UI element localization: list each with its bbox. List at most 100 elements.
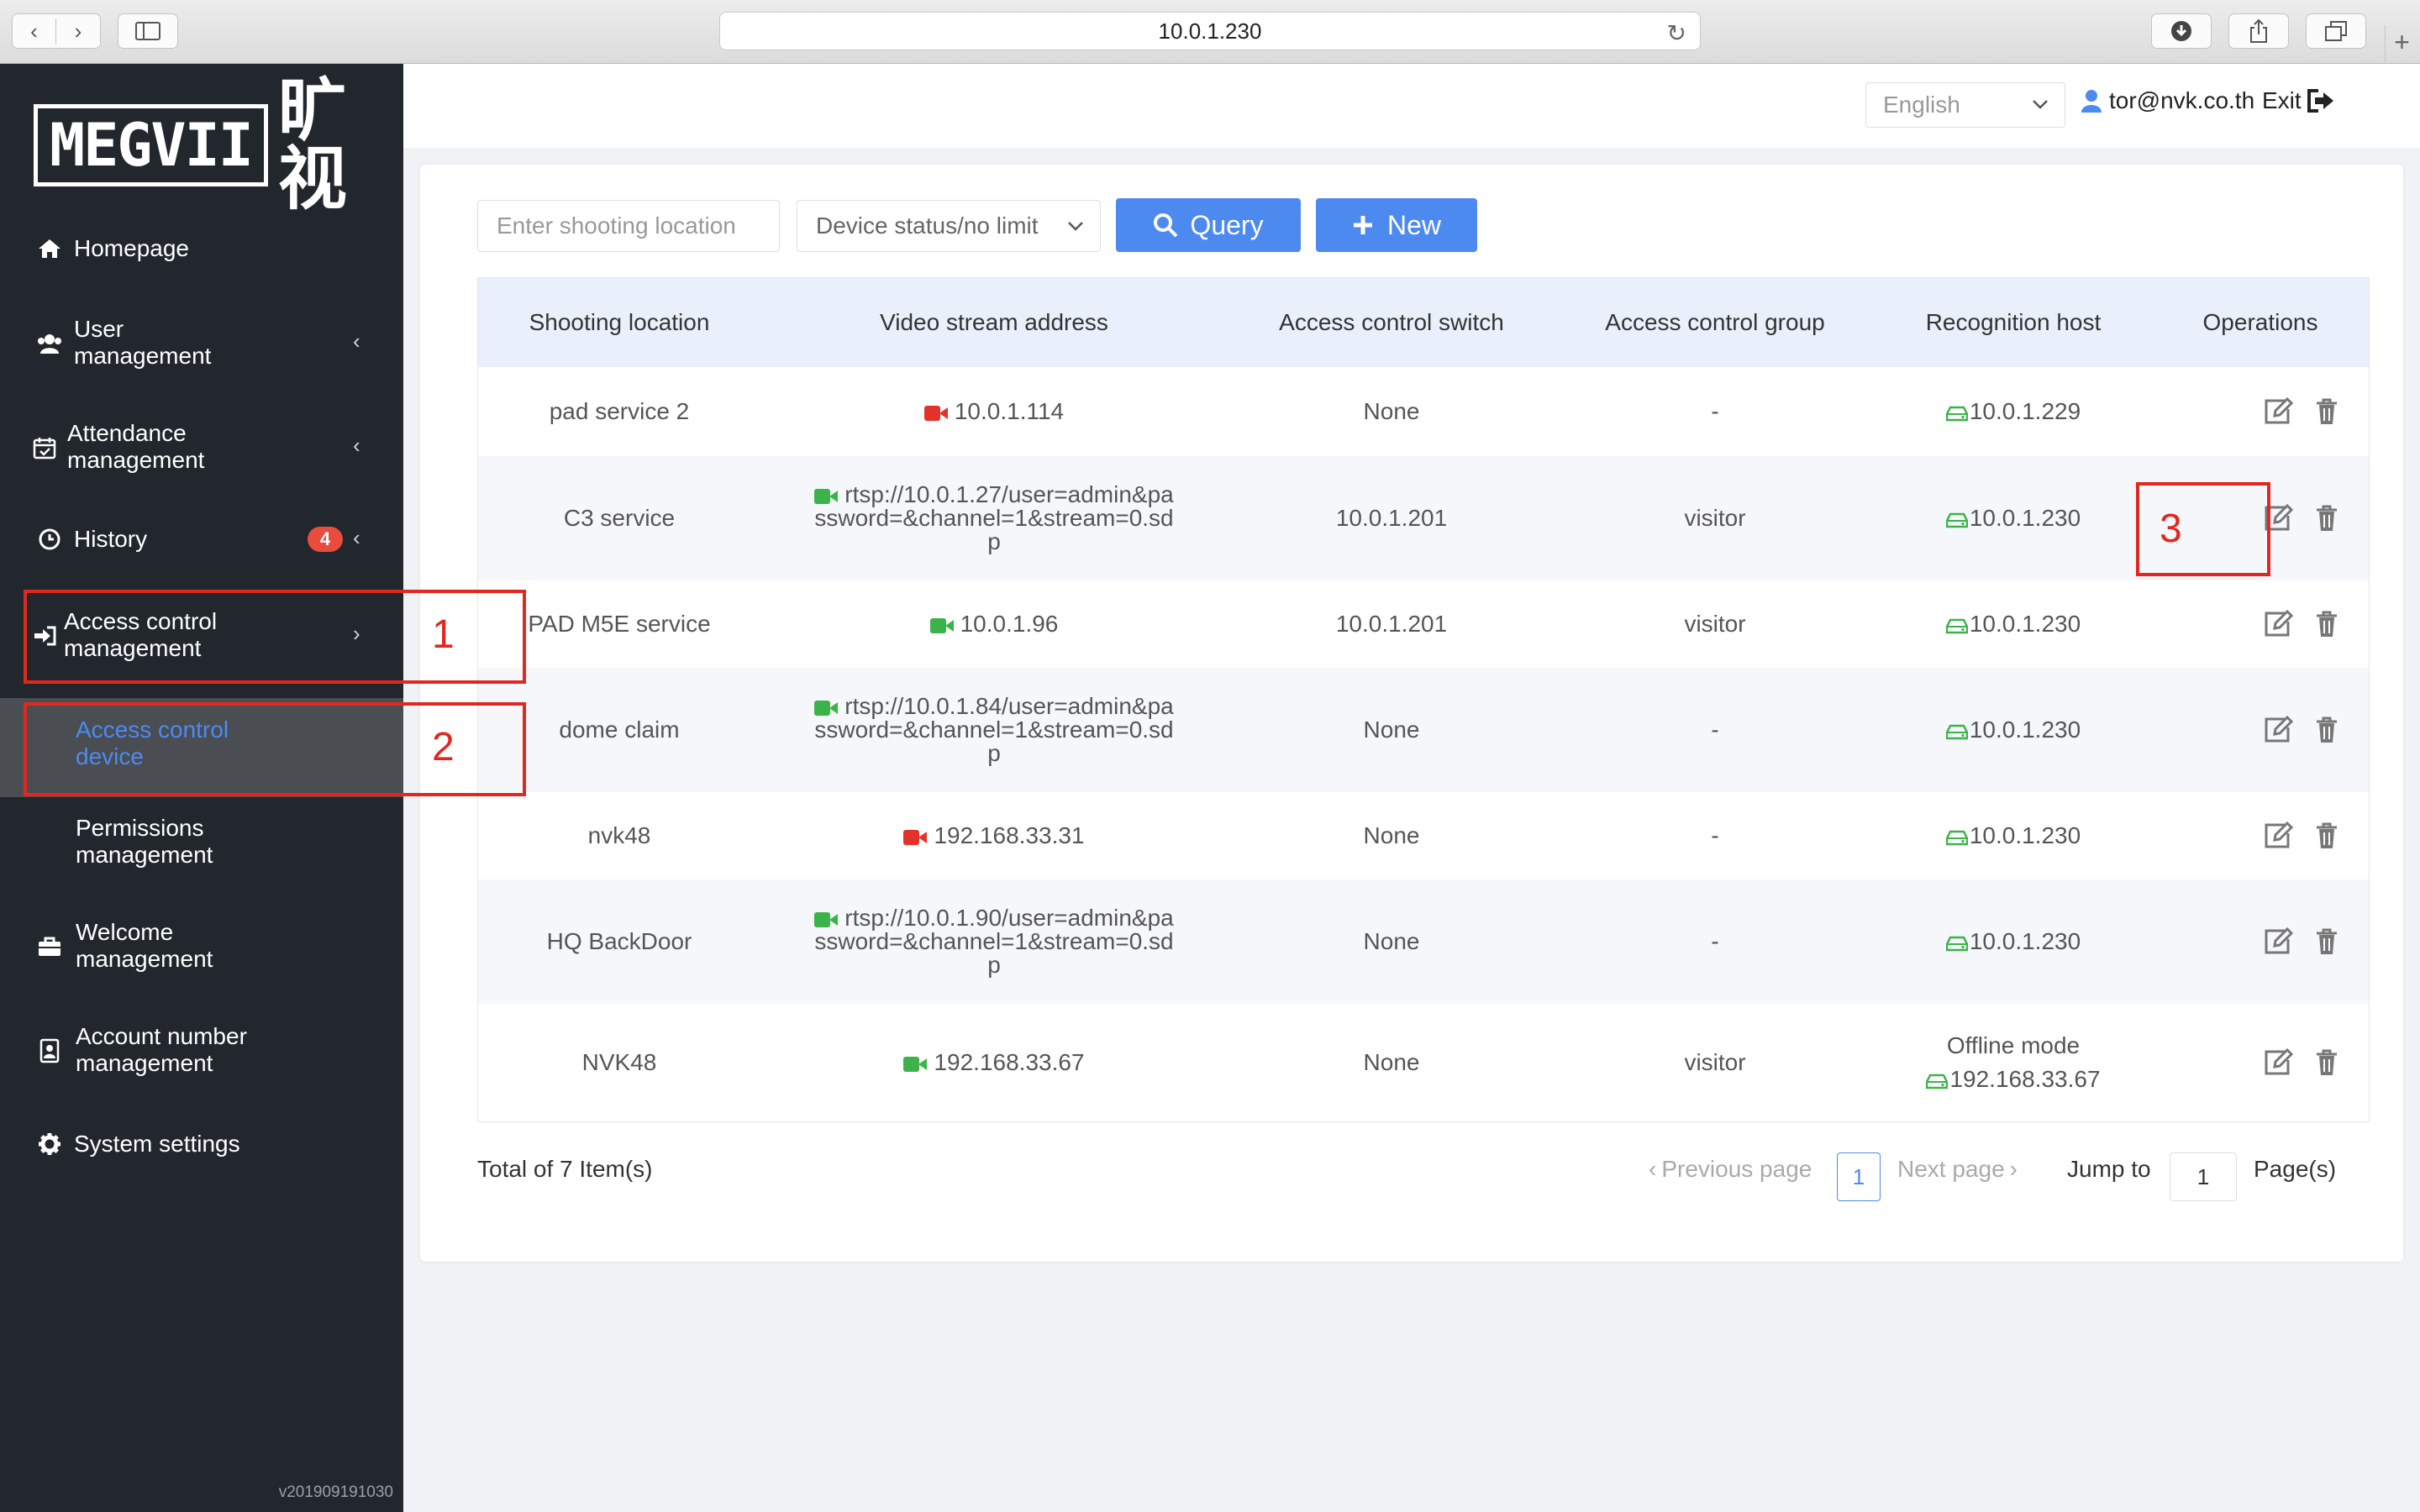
host-address-text: 10.0.1.230 [1969,822,2081,848]
sidebar-item-attendance-management[interactable]: Attendance management ‹ [0,417,403,477]
edit-icon[interactable] [2261,395,2295,428]
cell-access-group: visitor [1684,1049,1746,1075]
sign-out-icon [2307,89,2333,113]
cell-recognition-host: 10.0.1.229 [1875,367,2152,456]
share-button[interactable] [2228,13,2289,49]
cell-video-stream: 10.0.1.96 [760,580,1228,668]
table-row: C3 service rtsp://10.0.1.27/user=admin&pa… [478,456,2369,580]
server-icon [1945,936,1968,951]
version-label: v201909191030 [278,1483,393,1501]
user-account[interactable]: tor@nvk.co.th [2081,87,2254,114]
annotation-number-3: 3 [2160,507,2182,551]
jump-to-page-input[interactable]: 1 [2170,1152,2237,1201]
cell-access-switch: None [1363,398,1420,424]
delete-icon[interactable] [2310,395,2344,428]
host-address-text: 10.0.1.229 [1969,398,2081,424]
host-address: 10.0.1.229 [1945,395,2081,428]
cell-recognition-host: 10.0.1.230 [1875,456,2152,580]
stream-address-line: rtsp://10.0.1.27/user=admin&pa [814,483,1174,507]
cell-video-stream: rtsp://10.0.1.90/user=admin&pa ssword=&ch… [760,879,1228,1004]
delete-icon[interactable] [2310,607,2344,641]
host-address: 192.168.33.67 [1926,1063,2101,1096]
delete-icon[interactable] [2310,925,2344,958]
cell-shooting-location: C3 service [563,505,676,531]
page-1-button[interactable]: 1 [1837,1152,1881,1201]
sidebar-item-user-management[interactable]: User management ‹ [0,312,403,373]
user-email: tor@nvk.co.th [2109,87,2255,113]
sidebar-toggle-button[interactable] [118,13,178,49]
edit-icon[interactable] [2261,819,2295,853]
stream-address-text: rtsp://10.0.1.84/user=admin&pa [844,693,1174,719]
edit-icon[interactable] [2261,1046,2295,1079]
next-page-button[interactable]: Next page › [1897,1156,2018,1183]
chevron-left-icon: ‹ [353,525,360,550]
host-address-text: 10.0.1.230 [1969,505,2081,531]
server-icon [1945,724,1968,739]
exit-button[interactable]: Exit [2262,87,2335,114]
row-operations [2261,1004,2359,1121]
sidebar-item-system-settings[interactable]: System settings [0,1126,403,1163]
delete-icon[interactable] [2310,819,2344,853]
language-value: English [1883,92,1960,118]
forward-icon[interactable]: › [56,18,100,45]
stream-address-line: 10.0.1.96 [929,612,1058,636]
host-address-text: 10.0.1.230 [1969,928,2081,954]
edit-icon[interactable] [2261,713,2295,747]
column-header-access-switch: Access control switch [1279,309,1504,335]
shooting-location-input[interactable]: Enter shooting location [477,200,780,252]
device-status-select[interactable]: Device status/no limit [797,200,1101,252]
share-icon [2250,18,2267,43]
query-label: Query [1190,209,1264,240]
cell-recognition-host: 10.0.1.230 [1875,668,2152,792]
new-tab-button[interactable]: + [2385,25,2418,64]
stream-address-line: p [987,530,1001,554]
logo-text: MEGVII [34,104,268,186]
cell-access-switch: None [1363,928,1420,954]
host-address: 10.0.1.230 [1945,607,2081,641]
cell-video-stream: 10.0.1.114 [760,367,1228,456]
downloads-button[interactable] [2151,13,2212,49]
row-operations [2261,580,2359,668]
language-select[interactable]: English [1865,82,2065,128]
stream-address-text: ssword=&channel=1&stream=0.sd [814,717,1174,743]
tabs-overview-button[interactable] [2306,13,2366,49]
reload-icon[interactable]: ↻ [1667,19,1686,47]
edit-icon[interactable] [2261,925,2295,958]
stream-address-text: ssword=&channel=1&stream=0.sd [814,505,1174,531]
delete-icon[interactable] [2310,713,2344,747]
previous-page-button[interactable]: ‹ Previous page [1649,1156,1812,1183]
stream-address-line: p [987,953,1001,977]
cell-access-group: - [1711,717,1719,743]
cell-video-stream: rtsp://10.0.1.84/user=admin&pa ssword=&ch… [760,668,1228,792]
back-forward-buttons[interactable]: ‹ › [12,13,101,49]
stream-address-line: 192.168.33.31 [903,824,1085,848]
column-header-operations: Operations [2202,309,2318,335]
delete-icon[interactable] [2310,1046,2344,1079]
sidebar-item-history[interactable]: History 4 ‹ [0,521,403,558]
browser-toolbar: ‹ › 10.0.1.230 ↻ + [0,0,2420,64]
previous-page-label: Previous page [1661,1156,1812,1182]
sidebar-item-label-line2: management [76,1050,213,1076]
host-address: 10.0.1.230 [1945,501,2081,535]
cell-recognition-host: Offline mode 192.168.33.67 [1875,1004,2152,1121]
sidebar-item-account-number-management[interactable]: Account number management [0,1020,403,1080]
exit-label: Exit [2262,87,2302,113]
sidebar-subitem-permissions-management[interactable]: Permissions management [0,811,403,872]
query-button[interactable]: Query [1116,198,1301,252]
cell-access-group: - [1711,822,1719,848]
table-row: HQ BackDoor rtsp://10.0.1.90/user=admin&p… [478,879,2369,1004]
sidebar-item-label: Attendance [67,420,187,446]
delete-icon[interactable] [2310,501,2344,535]
back-icon[interactable]: ‹ [13,18,56,45]
sidebar-item-welcome-management[interactable]: Welcome management [0,916,403,976]
address-bar[interactable]: 10.0.1.230 ↻ [719,12,1701,50]
stream-address-line: ssword=&channel=1&stream=0.sd [814,930,1173,953]
new-button[interactable]: New [1316,198,1477,252]
cell-access-group: visitor [1684,505,1746,531]
edit-icon[interactable] [2261,607,2295,641]
sidebar-item-homepage[interactable]: Homepage [0,230,403,267]
cell-access-group: - [1711,398,1719,424]
chevron-right-icon: › [2009,1156,2018,1182]
user-icon [2081,90,2102,113]
column-header-recognition-host: Recognition host [1925,309,2102,335]
